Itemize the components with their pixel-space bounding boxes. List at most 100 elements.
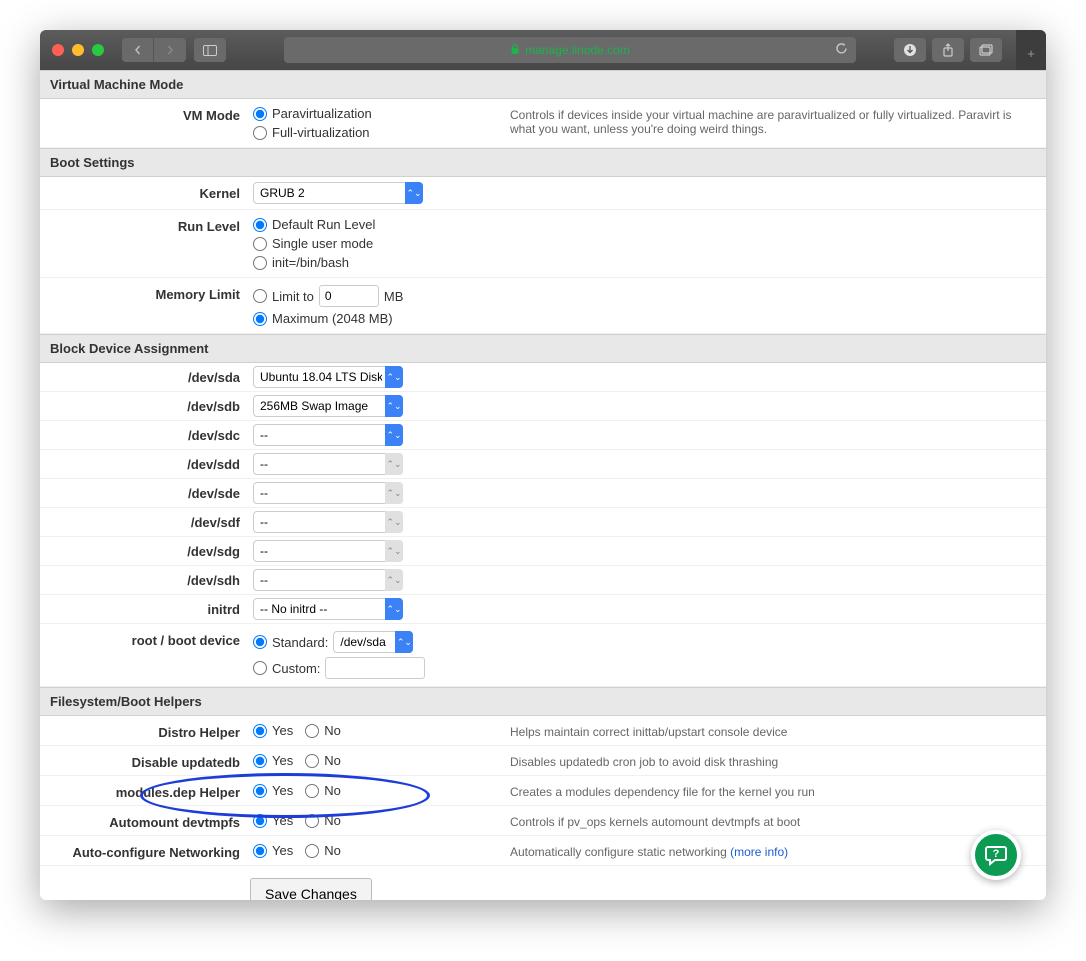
- device-label: /dev/sda: [40, 366, 250, 385]
- more-info-link[interactable]: (more info): [730, 845, 788, 859]
- row-device-7: /dev/sdh -- ⌃⌄: [40, 566, 1046, 595]
- device-label: /dev/sdb: [40, 395, 250, 414]
- run-level-init-radio[interactable]: [253, 256, 267, 270]
- lock-icon: [510, 43, 520, 58]
- helper-yes[interactable]: Yes: [253, 721, 293, 740]
- memory-limit-max[interactable]: Maximum (2048 MB): [253, 309, 500, 328]
- helper-no-radio[interactable]: [305, 724, 319, 738]
- root-custom-input[interactable]: [325, 657, 425, 679]
- helper-yes-radio[interactable]: [253, 724, 267, 738]
- maximize-window-button[interactable]: [92, 44, 104, 56]
- helper-no[interactable]: No: [305, 811, 341, 830]
- vm-mode-label: VM Mode: [40, 104, 250, 123]
- device-select-1[interactable]: 256MB Swap Image: [253, 395, 403, 417]
- minimize-window-button[interactable]: [72, 44, 84, 56]
- run-level-init[interactable]: init=/bin/bash: [253, 253, 500, 272]
- row-kernel: Kernel GRUB 2 ⌃⌄: [40, 177, 1046, 210]
- row-helper-0: Distro Helper Yes No Helps maintain corr…: [40, 716, 1046, 746]
- helper-no-radio[interactable]: [305, 844, 319, 858]
- device-select-6[interactable]: --: [253, 540, 403, 562]
- helper-desc: Automatically configure static networkin…: [500, 841, 1046, 859]
- device-label: /dev/sdh: [40, 569, 250, 588]
- helper-no-radio[interactable]: [305, 784, 319, 798]
- root-custom-radio[interactable]: [253, 661, 267, 675]
- row-initrd: initrd -- No initrd -- ⌃⌄: [40, 595, 1046, 624]
- kernel-select[interactable]: GRUB 2: [253, 182, 423, 204]
- browser-window: manage.linode.com + Virtual Machine Mode…: [40, 30, 1046, 900]
- helper-yes-radio[interactable]: [253, 814, 267, 828]
- device-label: /dev/sdf: [40, 511, 250, 530]
- run-level-single-radio[interactable]: [253, 237, 267, 251]
- helper-yes[interactable]: Yes: [253, 841, 293, 860]
- root-standard-radio[interactable]: [253, 635, 267, 649]
- helper-yes[interactable]: Yes: [253, 781, 293, 800]
- helper-yes[interactable]: Yes: [253, 751, 293, 770]
- run-level-default-radio[interactable]: [253, 218, 267, 232]
- device-select-2[interactable]: --: [253, 424, 403, 446]
- helper-no-radio[interactable]: [305, 754, 319, 768]
- vm-mode-full[interactable]: Full-virtualization: [253, 123, 500, 142]
- run-level-default[interactable]: Default Run Level: [253, 215, 500, 234]
- helper-desc: Helps maintain correct inittab/upstart c…: [500, 721, 1046, 739]
- memory-limit-input[interactable]: [319, 285, 379, 307]
- row-device-2: /dev/sdc -- ⌃⌄: [40, 421, 1046, 450]
- traffic-lights: [52, 44, 104, 56]
- sidebar-toggle-button[interactable]: [194, 38, 226, 62]
- row-device-4: /dev/sde -- ⌃⌄: [40, 479, 1046, 508]
- helper-desc: Controls if pv_ops kernels automount dev…: [500, 811, 1046, 829]
- vm-mode-desc: Controls if devices inside your virtual …: [500, 104, 1046, 136]
- vm-mode-paravirt[interactable]: Paravirtualization: [253, 104, 500, 123]
- device-select-4[interactable]: --: [253, 482, 403, 504]
- back-button[interactable]: [122, 38, 154, 62]
- memory-limit-to-radio[interactable]: [253, 289, 267, 303]
- helper-yes-radio[interactable]: [253, 754, 267, 768]
- helper-no[interactable]: No: [305, 751, 341, 770]
- nav-buttons: [122, 38, 186, 62]
- root-standard[interactable]: Standard: /dev/sda ⌃⌄: [253, 629, 500, 655]
- row-memory-limit: Memory Limit Limit to MB Maximum (2048 M…: [40, 278, 1046, 334]
- refresh-icon[interactable]: [835, 42, 848, 58]
- helper-no[interactable]: No: [305, 781, 341, 800]
- url-text: manage.linode.com: [525, 43, 630, 57]
- url-bar[interactable]: manage.linode.com: [284, 37, 856, 63]
- helper-desc: Creates a modules dependency file for th…: [500, 781, 1046, 799]
- helper-no-radio[interactable]: [305, 814, 319, 828]
- help-chat-button[interactable]: ?: [971, 830, 1021, 880]
- row-device-0: /dev/sda Ubuntu 18.04 LTS Disk ⌃⌄: [40, 363, 1046, 392]
- device-select-3[interactable]: --: [253, 453, 403, 475]
- save-changes-button[interactable]: Save Changes: [250, 878, 372, 900]
- vm-mode-paravirt-radio[interactable]: [253, 107, 267, 121]
- root-custom[interactable]: Custom:: [253, 655, 500, 681]
- helper-label: modules.dep Helper: [40, 781, 250, 800]
- helper-yes-radio[interactable]: [253, 784, 267, 798]
- tabs-button[interactable]: [970, 38, 1002, 62]
- device-select-7[interactable]: --: [253, 569, 403, 591]
- close-window-button[interactable]: [52, 44, 64, 56]
- root-standard-select[interactable]: /dev/sda: [333, 631, 413, 653]
- helper-yes-radio[interactable]: [253, 844, 267, 858]
- memory-limit-max-radio[interactable]: [253, 312, 267, 326]
- run-level-label: Run Level: [40, 215, 250, 234]
- initrd-label: initrd: [40, 598, 250, 617]
- page-content: Virtual Machine Mode VM Mode Paravirtual…: [40, 70, 1046, 900]
- helper-no[interactable]: No: [305, 841, 341, 860]
- section-helpers-header: Filesystem/Boot Helpers: [40, 687, 1046, 716]
- kernel-label: Kernel: [40, 182, 250, 201]
- device-select-5[interactable]: --: [253, 511, 403, 533]
- downloads-button[interactable]: [894, 38, 926, 62]
- row-helper-4: Auto-configure Networking Yes No Automat…: [40, 836, 1046, 866]
- forward-button[interactable]: [154, 38, 186, 62]
- helper-label: Automount devtmpfs: [40, 811, 250, 830]
- row-device-3: /dev/sdd -- ⌃⌄: [40, 450, 1046, 479]
- device-select-0[interactable]: Ubuntu 18.04 LTS Disk: [253, 366, 403, 388]
- helper-no[interactable]: No: [305, 721, 341, 740]
- share-button[interactable]: [932, 38, 964, 62]
- memory-limit-to[interactable]: Limit to MB: [253, 283, 500, 309]
- right-toolbar: [894, 38, 1002, 62]
- row-root-device: root / boot device Standard: /dev/sda ⌃⌄…: [40, 624, 1046, 687]
- row-vm-mode: VM Mode Paravirtualization Full-virtuali…: [40, 99, 1046, 148]
- vm-mode-full-radio[interactable]: [253, 126, 267, 140]
- run-level-single[interactable]: Single user mode: [253, 234, 500, 253]
- helper-yes[interactable]: Yes: [253, 811, 293, 830]
- initrd-select[interactable]: -- No initrd --: [253, 598, 403, 620]
